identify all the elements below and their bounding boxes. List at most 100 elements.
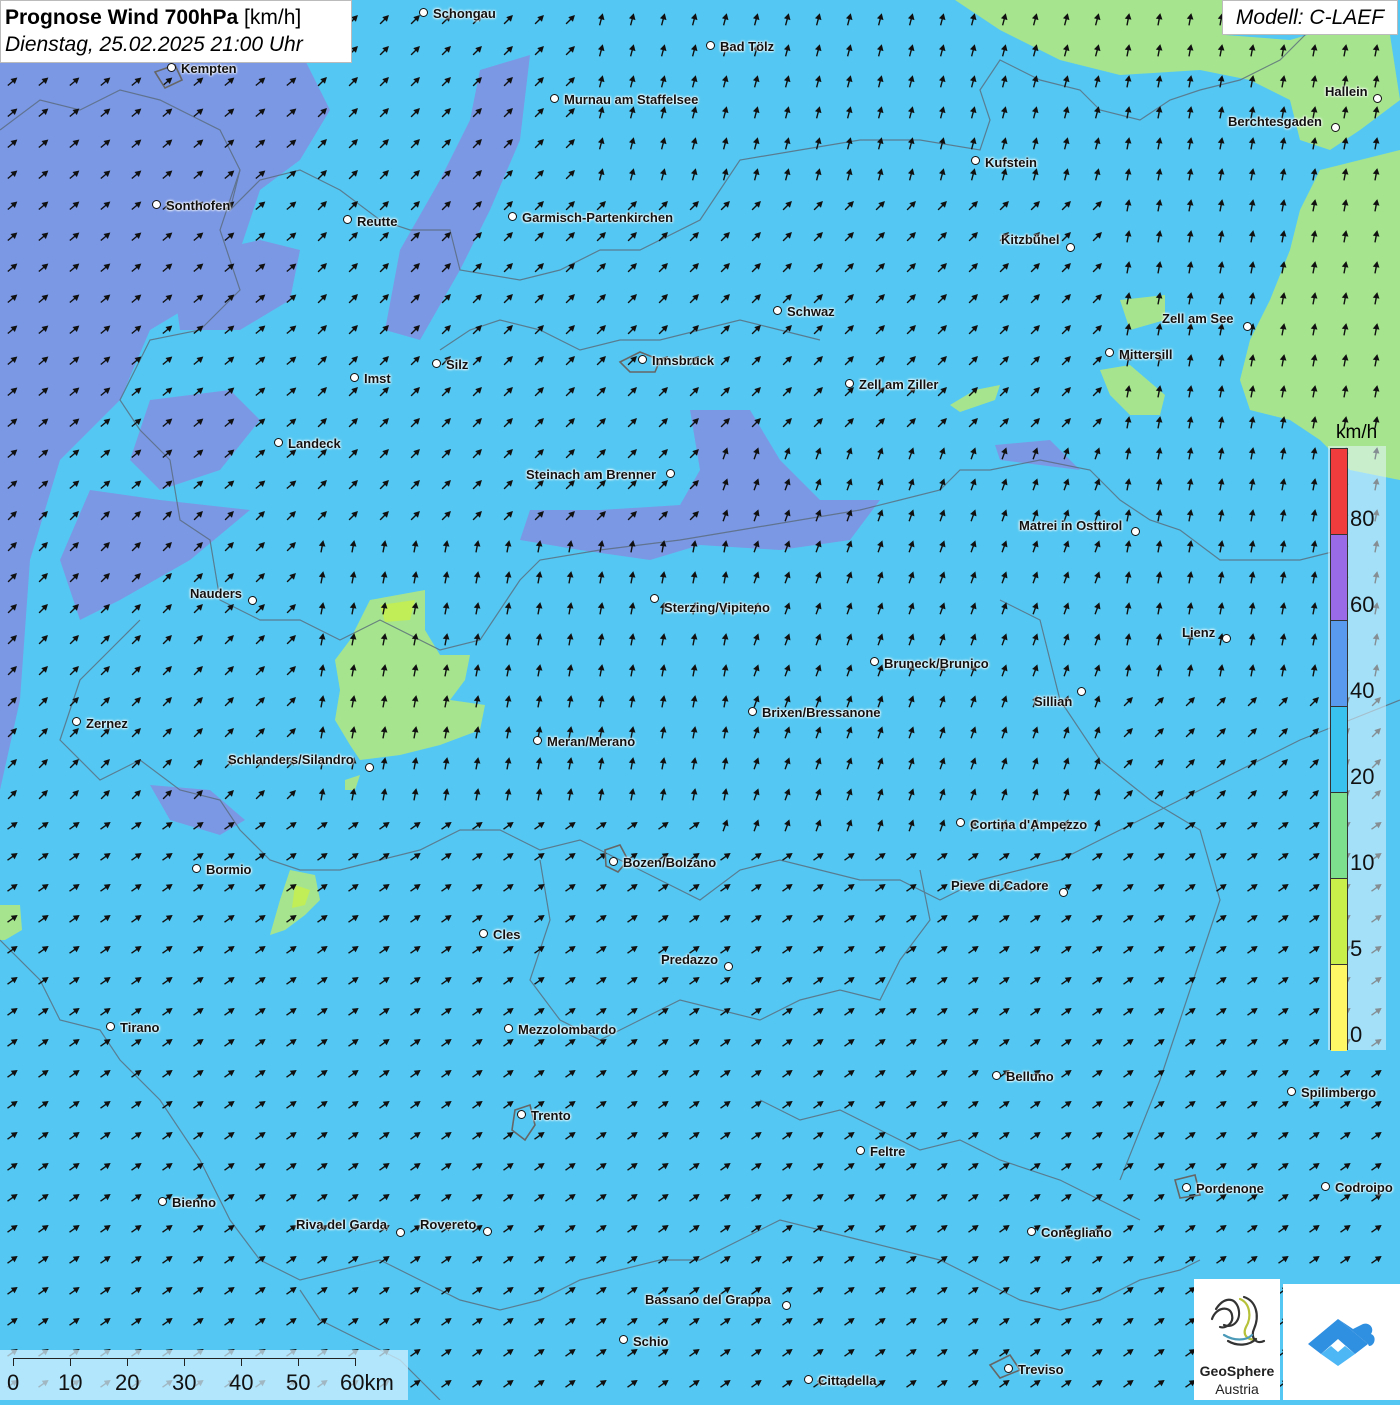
city-label: Belluno	[1006, 1069, 1054, 1084]
city-marker[interactable]	[748, 707, 757, 716]
logo-name-line1: GeoSphere	[1199, 1363, 1275, 1379]
scale-label-0: 0	[7, 1370, 20, 1395]
city-marker[interactable]	[1066, 243, 1075, 252]
city-marker[interactable]	[504, 1024, 513, 1033]
geosphere-swirl-icon	[1210, 1295, 1266, 1346]
city-marker[interactable]	[845, 379, 854, 388]
city-marker[interactable]	[706, 41, 715, 50]
city-marker[interactable]	[248, 596, 257, 605]
city-marker[interactable]	[152, 200, 161, 209]
city-label: Conegliano	[1041, 1225, 1112, 1240]
city-label: Cles	[493, 927, 521, 942]
city-label: Schongau	[433, 6, 496, 21]
city-label: Sterzing/Vipiteno	[664, 600, 770, 615]
legend-tick-60: 60	[1350, 592, 1375, 617]
city-marker[interactable]	[1027, 1227, 1036, 1236]
city-marker[interactable]	[666, 469, 675, 478]
city-marker[interactable]	[1331, 123, 1340, 132]
legend-tick-5: 5	[1350, 936, 1363, 961]
city-label: Bruneck/Brunico	[884, 656, 989, 671]
city-marker[interactable]	[609, 857, 618, 866]
city-marker[interactable]	[1321, 1182, 1330, 1191]
city-label: Codroipo	[1335, 1180, 1393, 1195]
city-marker[interactable]	[479, 929, 488, 938]
city-label: Imst	[364, 371, 391, 386]
city-marker[interactable]	[804, 1375, 813, 1384]
city-marker[interactable]	[1004, 1364, 1013, 1373]
city-marker[interactable]	[419, 8, 428, 17]
geosphere-logo[interactable]: GeoSphere Austria	[1194, 1279, 1280, 1400]
city-label: Bormio	[206, 862, 252, 877]
city-marker[interactable]	[167, 63, 176, 72]
city-label: Garmisch-Partenkirchen	[522, 210, 674, 225]
city-marker[interactable]	[1243, 322, 1252, 331]
city-marker[interactable]	[158, 1197, 167, 1206]
title-box: Prognose Wind 700hPa [km/h] Dienstag, 25…	[0, 0, 352, 63]
city-marker[interactable]	[533, 736, 542, 745]
city-marker[interactable]	[274, 438, 283, 447]
city-marker[interactable]	[508, 212, 517, 221]
city-marker[interactable]	[856, 1146, 865, 1155]
city-marker[interactable]	[638, 355, 647, 364]
city-marker[interactable]	[619, 1335, 628, 1344]
city-label: Kempten	[181, 61, 237, 76]
city-label: Nauders	[190, 586, 243, 601]
city-marker[interactable]	[1373, 94, 1382, 103]
city-marker[interactable]	[550, 94, 559, 103]
map-title: Prognose Wind 700hPa	[5, 6, 239, 29]
city-marker[interactable]	[483, 1227, 492, 1236]
scale-label-50: 50	[286, 1370, 311, 1395]
scale-label-10: 10	[58, 1370, 83, 1395]
city-label: Pordenone	[1196, 1181, 1264, 1196]
city-label: Mezzolombardo	[518, 1022, 617, 1037]
city-label: Hallein	[1325, 84, 1368, 99]
city-marker[interactable]	[365, 763, 374, 772]
legend-swatch-1	[1331, 535, 1347, 621]
legend-tick-80: 80	[1350, 506, 1375, 531]
scale-label-40: 40	[229, 1370, 254, 1395]
city-marker[interactable]	[106, 1022, 115, 1031]
city-marker[interactable]	[72, 717, 81, 726]
city-marker[interactable]	[773, 306, 782, 315]
city-label: Bad Tölz	[720, 39, 775, 54]
legend-swatch-2	[1331, 621, 1347, 707]
city-label: Trento	[531, 1108, 571, 1123]
weather-app-logo[interactable]	[1283, 1284, 1400, 1400]
city-marker[interactable]	[971, 156, 980, 165]
city-marker[interactable]	[432, 359, 441, 368]
city-label: Brixen/Bressanone	[762, 705, 881, 720]
city-marker[interactable]	[1182, 1183, 1191, 1192]
city-label: Silz	[446, 357, 469, 372]
city-marker[interactable]	[992, 1071, 1001, 1080]
city-marker[interactable]	[1105, 348, 1114, 357]
forecast-datetime: Dienstag, 25.02.2025 21:00 Uhr	[5, 33, 303, 56]
city-marker[interactable]	[1077, 687, 1086, 696]
city-marker[interactable]	[396, 1228, 405, 1237]
city-marker[interactable]	[650, 594, 659, 603]
city-marker[interactable]	[343, 215, 352, 224]
city-marker[interactable]	[956, 818, 965, 827]
city-label: Feltre	[870, 1144, 906, 1159]
scale-label-30: 30	[172, 1370, 197, 1395]
city-label: Cortina d'Ampezzo	[970, 817, 1088, 832]
city-label: Schlanders/Silandro	[228, 752, 354, 767]
city-marker[interactable]	[192, 864, 201, 873]
city-marker[interactable]	[870, 657, 879, 666]
legend-swatch-4	[1331, 793, 1347, 879]
city-marker[interactable]	[1287, 1087, 1296, 1096]
city-label: Treviso	[1018, 1362, 1064, 1377]
city-marker[interactable]	[1131, 527, 1140, 536]
city-marker[interactable]	[1059, 888, 1068, 897]
city-label: Kufstein	[985, 155, 1037, 170]
city-marker[interactable]	[1222, 634, 1231, 643]
color-legend: km/h 80 60 40 20 10 5 0	[1328, 422, 1388, 1052]
city-marker[interactable]	[724, 962, 733, 971]
city-marker[interactable]	[517, 1110, 526, 1119]
cloud-arrow-icon	[1308, 1319, 1375, 1366]
city-label: Cittadella	[818, 1373, 877, 1388]
city-marker[interactable]	[350, 373, 359, 382]
scale-label-20: 20	[115, 1370, 140, 1395]
city-label: Berchtesgaden	[1228, 114, 1322, 129]
city-label: Steinach am Brenner	[526, 467, 657, 482]
city-marker[interactable]	[782, 1301, 791, 1310]
